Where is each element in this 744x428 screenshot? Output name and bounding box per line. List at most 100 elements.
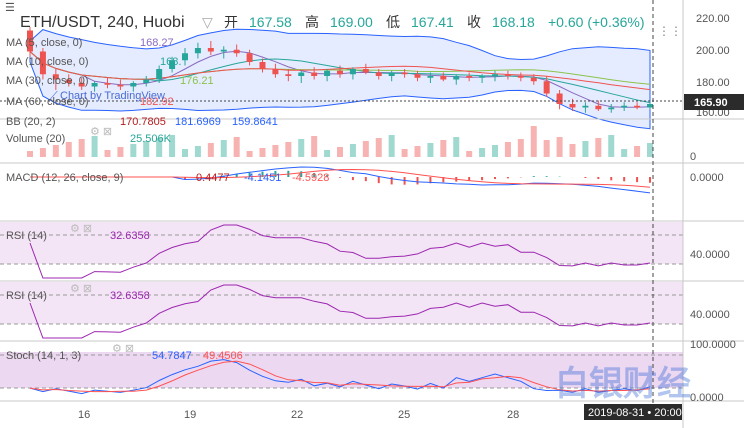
price-axis-label: 200.00 — [696, 45, 730, 57]
volume-label[interactable]: Volume (20) — [6, 133, 65, 145]
time-axis-label: 25 — [398, 409, 410, 421]
stoch-value-2: 49.4506 — [203, 350, 243, 362]
candle-body — [453, 76, 460, 80]
time-axis-label: 28 — [507, 409, 519, 421]
axis-label: 40.0000 — [690, 249, 730, 261]
bb-value-1: 170.7805 — [120, 116, 166, 128]
volume-bar — [492, 145, 498, 157]
volume-bar — [569, 144, 576, 157]
price-badge-text: 165.90 — [694, 97, 728, 109]
candle-body — [104, 83, 111, 85]
settings-icon[interactable]: ⚙ ⊠ — [70, 223, 92, 235]
change-value: +0.60 (+0.36%) — [548, 14, 645, 30]
candle-body — [504, 74, 511, 76]
candle-body — [375, 72, 382, 76]
candle-body — [401, 72, 408, 75]
ma5-value: 168.27 — [140, 37, 174, 49]
volume-bar — [272, 145, 279, 157]
volume-bar — [324, 150, 331, 157]
volume-histogram — [27, 126, 653, 157]
ma5-label[interactable]: MA (5, close, 0) — [6, 37, 82, 49]
volume-bar — [595, 138, 602, 157]
volume-bar — [621, 149, 628, 157]
crosshair-date-text: 2019-08-31 • 20:00 — [588, 407, 682, 419]
candle-body — [582, 105, 589, 108]
candle-body — [349, 69, 356, 75]
candle-body — [130, 83, 137, 87]
watermark-logo-icon: ⟋ — [50, 90, 58, 102]
volume-bar — [375, 138, 382, 157]
ma30-value: 176.21 — [180, 75, 214, 87]
volume-bar — [388, 135, 395, 157]
axis-label: 0.0000 — [690, 172, 724, 184]
candle-body — [233, 49, 240, 54]
volume-bar — [91, 136, 98, 157]
settings-icon[interactable]: ⚙ ⊠ — [112, 343, 134, 355]
candle-body — [207, 48, 214, 52]
rsi2-label[interactable]: RSI (14) — [6, 290, 47, 302]
close-value: 168.18 — [492, 14, 535, 30]
candle-body — [543, 81, 550, 94]
volume-value: 25.506K — [130, 133, 172, 145]
stoch-value-1: 54.7847 — [152, 350, 192, 362]
settings-icon[interactable]: ⚙ ⊠ — [90, 126, 112, 138]
volume-bar — [504, 142, 511, 157]
volume-bar — [556, 137, 563, 157]
candle-body — [479, 76, 486, 78]
bb-label[interactable]: BB (20, 2) — [6, 116, 56, 128]
settings-icon[interactable]: ⚙ ⊠ — [70, 283, 92, 295]
volume-bar — [427, 143, 434, 157]
rsi2-value: 32.6358 — [110, 290, 150, 302]
more-icon[interactable]: ⋮⋮ — [658, 24, 682, 38]
volume-bar — [349, 144, 356, 157]
open-value: 167.58 — [249, 14, 292, 30]
volume-bar — [401, 149, 408, 157]
candle-body — [466, 76, 473, 78]
chart-settings-icon[interactable]: ☰ — [5, 2, 15, 14]
trading-chart[interactable]: ☰ ETH/USDT, 240, Huobi ▽ 开 167.58 高 169.… — [0, 0, 744, 428]
bb-value-2: 181.6969 — [175, 116, 221, 128]
rsi1-label[interactable]: RSI (14) — [6, 230, 47, 242]
rsi1-value: 32.6358 — [110, 230, 150, 242]
ma10-label[interactable]: MA (10, close, 0) — [6, 56, 89, 68]
candle-body — [246, 53, 253, 62]
candle-body — [91, 83, 98, 87]
low-label: 低 — [386, 14, 400, 30]
axis-label: 0 — [690, 151, 696, 163]
volume-bar — [582, 141, 589, 157]
candle-body — [647, 104, 653, 108]
chevron-down-icon[interactable]: ▽ — [202, 14, 213, 30]
candle-body — [156, 69, 163, 80]
candle-body — [117, 84, 124, 87]
candle-body — [595, 105, 602, 110]
candle-body — [388, 72, 395, 76]
volume-bar — [362, 141, 369, 157]
volume-bar — [27, 151, 33, 157]
macd-value-1: 0.4477 — [196, 172, 230, 184]
candle-body — [492, 74, 498, 76]
axis-label: 40.0000 — [690, 309, 730, 321]
open-label: 开 — [224, 14, 238, 30]
volume-bar — [311, 136, 318, 157]
candle-body — [362, 69, 369, 73]
volume-bar — [52, 145, 59, 157]
candle-body — [556, 93, 563, 104]
symbol-title[interactable]: ETH/USDT, 240, Huobi — [20, 14, 185, 31]
candle-body — [194, 48, 201, 54]
high-value: 169.00 — [330, 14, 373, 30]
ma30-label[interactable]: MA (30, close, 0) — [6, 75, 89, 87]
candle-body — [143, 79, 150, 83]
tradingview-watermark: Chart by TradingView — [60, 90, 165, 102]
volume-bar — [194, 146, 201, 157]
candle-body — [569, 104, 576, 108]
volume-bar — [479, 148, 486, 157]
macd-label[interactable]: MACD (12, 26, close, 9) — [6, 172, 123, 184]
high-label: 高 — [305, 14, 319, 30]
volume-bar — [337, 147, 343, 157]
volume-bar — [466, 151, 473, 157]
stoch-label[interactable]: Stoch (14, 1, 3) — [6, 350, 81, 362]
candle-body — [530, 77, 537, 82]
candle-body — [337, 70, 343, 75]
corner-watermark: 白银财经 — [555, 365, 691, 403]
volume-bar — [285, 142, 292, 157]
